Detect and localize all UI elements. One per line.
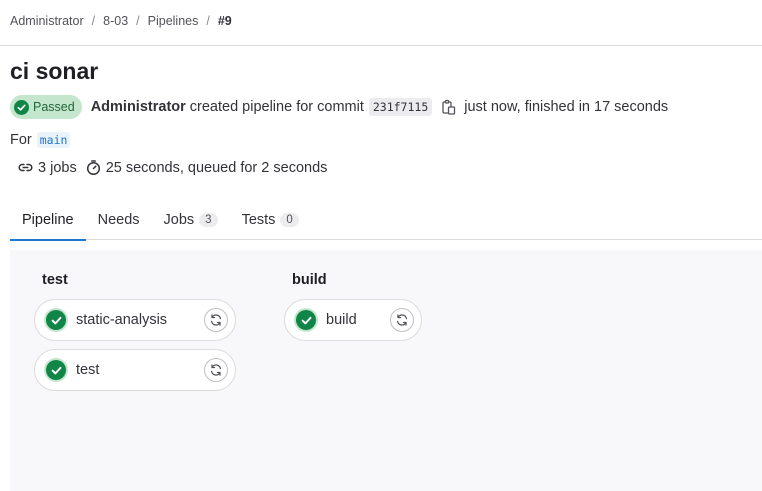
pipeline-tabs: Pipeline Needs Jobs 3 Tests 0 bbox=[10, 200, 762, 241]
breadcrumb-item-project[interactable]: 8-03 bbox=[103, 14, 128, 28]
pipeline-ref-row: For main bbox=[10, 132, 71, 148]
created-text: created pipeline for commit bbox=[189, 99, 364, 115]
breadcrumb-item-pipelines[interactable]: Pipelines bbox=[148, 14, 199, 28]
tab-label: Needs bbox=[97, 212, 140, 228]
breadcrumb-item-administrator[interactable]: Administrator bbox=[10, 14, 84, 28]
pipeline-graph: test static-analysis test build build bbox=[10, 250, 762, 491]
tab-pipeline[interactable]: Pipeline bbox=[10, 200, 86, 241]
breadcrumb-separator: / bbox=[91, 14, 96, 28]
tab-label: Jobs bbox=[163, 212, 195, 228]
job-static-analysis[interactable]: static-analysis bbox=[34, 299, 236, 341]
link-icon bbox=[17, 159, 34, 176]
check-circle-icon bbox=[46, 310, 66, 330]
header-divider bbox=[0, 45, 762, 46]
tab-count-badge: 3 bbox=[199, 213, 218, 227]
tab-label: Pipeline bbox=[22, 212, 74, 228]
pipeline-status-row: Passed Administrator created pipeline fo… bbox=[10, 95, 668, 119]
tab-count-badge: 0 bbox=[280, 213, 299, 227]
page-title: ci sonar bbox=[10, 58, 99, 84]
job-build[interactable]: build bbox=[284, 299, 422, 341]
finished-text: just now, finished in 17 seconds bbox=[464, 99, 669, 115]
ref-link[interactable]: main bbox=[36, 132, 71, 148]
job-name: test bbox=[76, 362, 100, 378]
breadcrumb-separator: / bbox=[136, 14, 140, 28]
breadcrumb-item-current[interactable]: #9 bbox=[218, 14, 232, 28]
clipboard-icon[interactable] bbox=[440, 99, 456, 115]
retry-icon[interactable] bbox=[204, 308, 228, 332]
tab-tests[interactable]: Tests 0 bbox=[230, 200, 311, 240]
check-circle-icon bbox=[46, 360, 66, 380]
stage-column: test static-analysis test bbox=[34, 272, 236, 399]
job-name: static-analysis bbox=[76, 312, 168, 328]
status-badge-label: Passed bbox=[33, 100, 75, 114]
commit-sha[interactable]: 231f7115 bbox=[368, 98, 433, 116]
stage-title: build bbox=[292, 272, 327, 288]
tab-needs[interactable]: Needs bbox=[86, 200, 152, 240]
job-test[interactable]: test bbox=[34, 349, 236, 391]
duration-text: 25 seconds, queued for 2 seconds bbox=[105, 159, 328, 176]
check-circle-icon bbox=[14, 99, 29, 115]
breadcrumb: Administrator / 8-03 / Pipelines / #9 bbox=[10, 14, 232, 28]
status-badge[interactable]: Passed bbox=[10, 95, 82, 119]
stage-column: build build bbox=[284, 272, 422, 349]
timer-icon bbox=[85, 159, 102, 176]
retry-icon[interactable] bbox=[204, 358, 228, 382]
jobs-count: 3 jobs bbox=[38, 159, 77, 176]
retry-icon[interactable] bbox=[390, 308, 414, 332]
tab-jobs[interactable]: Jobs 3 bbox=[152, 200, 230, 240]
pipeline-meta-row: 3 jobs 25 seconds, queued for 2 seconds bbox=[17, 159, 327, 176]
breadcrumb-separator: / bbox=[206, 14, 210, 28]
check-circle-icon bbox=[296, 310, 316, 330]
job-name: build bbox=[326, 312, 357, 328]
tab-label: Tests bbox=[241, 212, 276, 228]
stage-title: test bbox=[42, 272, 68, 288]
author-link[interactable]: Administrator bbox=[91, 99, 186, 115]
for-label: For bbox=[10, 132, 32, 148]
